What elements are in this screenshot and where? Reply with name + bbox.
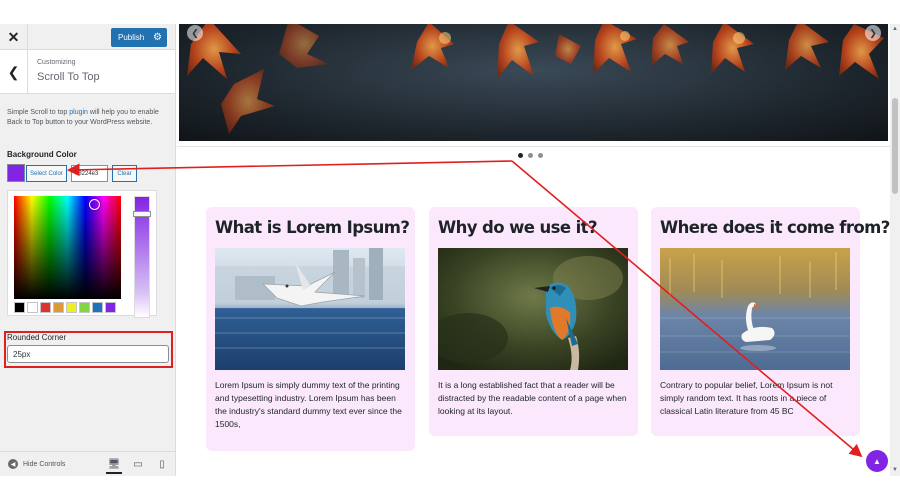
- palette-swatch[interactable]: [66, 302, 77, 313]
- swan-image: [660, 248, 850, 370]
- content-card: Where does it come from? Contrary to pop…: [651, 207, 890, 436]
- publish-label: Publish: [118, 33, 145, 42]
- hero-divider: [177, 146, 890, 147]
- sidebar-topbar: ✕ Publish ⚙: [0, 24, 175, 50]
- section-header: ❮ Customizing Scroll To Top: [0, 50, 175, 94]
- hero-slider-image: ❮ ❯: [179, 24, 888, 141]
- chevron-left-icon: ❮: [7, 63, 20, 80]
- slider-next-button[interactable]: ❯: [865, 25, 881, 41]
- color-palette: [14, 302, 116, 313]
- select-color-button[interactable]: Select Color: [26, 165, 67, 182]
- tablet-preview-icon[interactable]: ▭: [130, 457, 146, 471]
- section-description: Simple Scroll to top plugin will help yo…: [7, 108, 167, 128]
- rounded-corner-input[interactable]: 25px: [7, 345, 169, 363]
- card-text: Contrary to popular belief, Lorem Ipsum …: [660, 380, 833, 416]
- color-picker: [7, 190, 157, 318]
- back-button[interactable]: ❮: [0, 50, 28, 94]
- saturation-handle[interactable]: [89, 199, 100, 210]
- preview-scrollbar[interactable]: ▲ ▼: [890, 24, 900, 476]
- slider-dot[interactable]: [528, 153, 533, 158]
- palette-swatch[interactable]: [27, 302, 38, 313]
- seagull-image: [215, 248, 405, 370]
- autumn-leaves-image: [187, 24, 884, 134]
- section-title: Scroll To Top: [37, 71, 100, 83]
- gear-icon[interactable]: ⚙: [153, 32, 162, 43]
- content-card: Why do we use it? It is a long establish…: [429, 207, 638, 436]
- slider-dots: [518, 153, 543, 158]
- hue-slider-handle[interactable]: [133, 211, 151, 217]
- background-color-label: Background Color: [7, 150, 77, 159]
- palette-swatch[interactable]: [105, 302, 116, 313]
- close-button[interactable]: ✕: [0, 24, 28, 50]
- slider-dot[interactable]: [518, 153, 523, 158]
- clear-color-button[interactable]: Clear: [112, 165, 137, 182]
- palette-swatch[interactable]: [40, 302, 51, 313]
- hex-color-input[interactable]: #8224e3: [71, 165, 108, 182]
- hide-controls-button[interactable]: ◀ Hide Controls: [8, 459, 65, 469]
- plugin-link[interactable]: plugin: [69, 109, 88, 116]
- card-text: It is a long established fact that a rea…: [438, 380, 627, 416]
- collapse-icon: ◀: [8, 459, 18, 469]
- scroll-up-icon[interactable]: ▲: [892, 26, 898, 32]
- site-preview: ❮ ❯ What is Lorem Ipsum? Lorem Ipsum is …: [177, 24, 890, 476]
- slider-prev-button[interactable]: ❮: [187, 25, 203, 41]
- content-card: What is Lorem Ipsum? Lorem Ipsum is simp…: [206, 207, 415, 451]
- palette-swatch[interactable]: [92, 302, 103, 313]
- palette-swatch[interactable]: [14, 302, 25, 313]
- sidebar-footer: ◀ Hide Controls 🖥 ▭ ▯: [0, 451, 175, 476]
- customizer-sidebar: ✕ Publish ⚙ ❮ Customizing Scroll To Top …: [0, 24, 176, 476]
- breadcrumb: Customizing: [37, 59, 76, 66]
- card-text: Lorem Ipsum is simply dummy text of the …: [215, 380, 402, 429]
- slider-dot[interactable]: [538, 153, 543, 158]
- palette-swatch[interactable]: [53, 302, 64, 313]
- scrollbar-thumb[interactable]: [892, 98, 898, 194]
- hide-controls-label: Hide Controls: [23, 460, 66, 468]
- scroll-down-icon[interactable]: ▼: [892, 467, 898, 473]
- kingfisher-image: [438, 248, 628, 370]
- saturation-area[interactable]: [14, 196, 121, 299]
- chevron-up-icon: ▲: [873, 456, 881, 466]
- card-title: Why do we use it?: [438, 218, 598, 237]
- mobile-preview-icon[interactable]: ▯: [154, 457, 170, 471]
- scroll-to-top-button[interactable]: ▲: [866, 450, 888, 472]
- palette-swatch[interactable]: [79, 302, 90, 313]
- card-title: Where does it come from?: [660, 218, 890, 237]
- color-swatch[interactable]: [7, 164, 25, 182]
- rounded-corner-label: Rounded Corner: [7, 333, 67, 342]
- publish-button[interactable]: Publish ⚙: [111, 28, 167, 47]
- desktop-preview-icon[interactable]: 🖥: [106, 456, 122, 474]
- customizer-window: ✕ Publish ⚙ ❮ Customizing Scroll To Top …: [0, 0, 900, 500]
- close-icon: ✕: [7, 28, 20, 45]
- card-title: What is Lorem Ipsum?: [215, 218, 410, 237]
- description-prefix: Simple Scroll to top: [7, 109, 70, 116]
